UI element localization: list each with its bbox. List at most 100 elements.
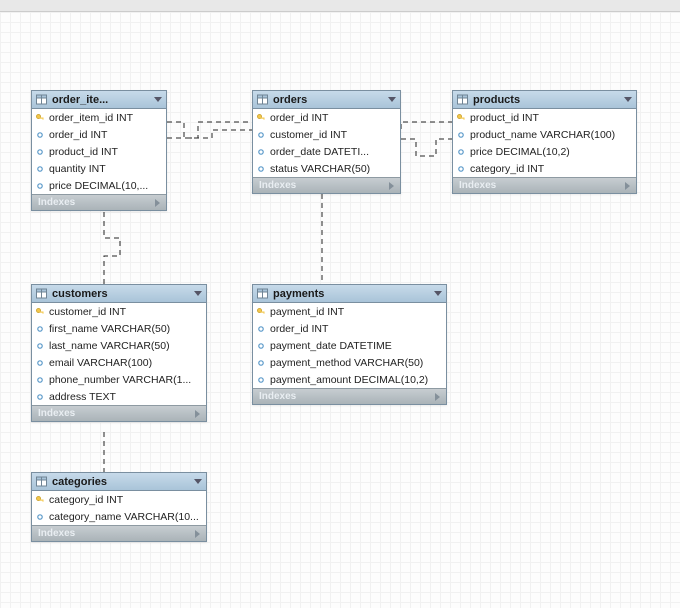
primary-key-icon: [36, 114, 44, 122]
table-title: orders: [273, 94, 384, 106]
chevron-down-icon[interactable]: [154, 97, 162, 102]
columns-list: order_item_id INT order_id INT product_id …: [32, 109, 166, 194]
column-label: order_item_id INT: [49, 112, 133, 124]
column-row[interactable]: payment_method VARCHAR(50): [253, 354, 446, 371]
primary-key-icon: [257, 114, 265, 122]
columns-list: product_id INTproduct_name VARCHAR(100)p…: [453, 109, 636, 177]
indexes-label: Indexes: [459, 180, 496, 191]
chevron-right-icon: [155, 199, 160, 207]
column-row[interactable]: payment_date DATETIME: [253, 337, 446, 354]
column-icon: [257, 325, 265, 333]
column-row[interactable]: email VARCHAR(100): [32, 354, 206, 371]
table-order_items[interactable]: order_ite... order_item_id INT order_id IN…: [31, 90, 167, 211]
indexes-section[interactable]: Indexes: [453, 177, 636, 193]
table-header-products[interactable]: products: [453, 91, 636, 109]
column-label: phone_number VARCHAR(1...: [49, 374, 191, 386]
column-row[interactable]: status VARCHAR(50): [253, 160, 400, 177]
column-icon: [257, 131, 265, 139]
chevron-down-icon[interactable]: [194, 291, 202, 296]
column-row[interactable]: category_id INT: [453, 160, 636, 177]
chevron-down-icon[interactable]: [194, 479, 202, 484]
table-title: products: [473, 94, 620, 106]
column-icon: [457, 148, 465, 156]
columns-list: payment_id INT order_id INT payment_date D…: [253, 303, 446, 388]
indexes-label: Indexes: [38, 408, 75, 419]
column-label: order_id INT: [270, 323, 328, 335]
table-header-customers[interactable]: customers: [32, 285, 206, 303]
column-row[interactable]: order_id INT: [32, 126, 166, 143]
column-label: payment_method VARCHAR(50): [270, 357, 423, 369]
table-header-categories[interactable]: categories: [32, 473, 206, 491]
column-label: customer_id INT: [49, 306, 126, 318]
column-row[interactable]: customer_id INT: [253, 126, 400, 143]
column-label: order_id INT: [49, 129, 107, 141]
column-row[interactable]: phone_number VARCHAR(1...: [32, 371, 206, 388]
columns-list: order_id INT customer_id INTorder_date DA…: [253, 109, 400, 177]
table-products[interactable]: products product_id INTproduct_name VARCH…: [452, 90, 637, 194]
column-icon: [36, 342, 44, 350]
chevron-down-icon[interactable]: [434, 291, 442, 296]
column-row[interactable]: last_name VARCHAR(50): [32, 337, 206, 354]
table-orders[interactable]: orders order_id INT customer_id INTorder_d…: [252, 90, 401, 194]
column-row[interactable]: address TEXT: [32, 388, 206, 405]
indexes-section[interactable]: Indexes: [32, 194, 166, 210]
indexes-section[interactable]: Indexes: [32, 405, 206, 421]
table-categories[interactable]: categories category_id INT category_name V…: [31, 472, 207, 542]
table-icon: [457, 94, 468, 105]
column-row[interactable]: product_id INT: [453, 109, 636, 126]
column-icon: [257, 165, 265, 173]
table-title: customers: [52, 288, 190, 300]
column-row[interactable]: quantity INT: [32, 160, 166, 177]
column-label: last_name VARCHAR(50): [49, 340, 170, 352]
table-title: order_ite...: [52, 94, 150, 106]
column-row[interactable]: category_name VARCHAR(10...: [32, 508, 206, 525]
connector-order_items-orders: [167, 122, 252, 138]
column-row[interactable]: order_item_id INT: [32, 109, 166, 126]
table-customers[interactable]: customers customer_id INT first_name VARCH…: [31, 284, 207, 422]
column-row[interactable]: price DECIMAL(10,...: [32, 177, 166, 194]
column-label: quantity INT: [49, 163, 106, 175]
column-row[interactable]: product_id INT: [32, 143, 166, 160]
column-row[interactable]: order_date DATETI...: [253, 143, 400, 160]
column-icon: [257, 148, 265, 156]
table-header-order_items[interactable]: order_ite...: [32, 91, 166, 109]
column-label: status VARCHAR(50): [270, 163, 370, 175]
column-icon: [36, 131, 44, 139]
primary-key-icon: [457, 114, 465, 122]
table-payments[interactable]: paymentspayment_id INTorder_id INTpaymen…: [252, 284, 447, 405]
table-icon: [36, 476, 47, 487]
column-row[interactable]: category_id INT: [32, 491, 206, 508]
column-icon: [36, 165, 44, 173]
table-icon: [257, 288, 268, 299]
column-label: payment_id INT: [270, 306, 344, 318]
primary-key-icon: [257, 308, 265, 316]
table-header-payments[interactable]: payments: [253, 285, 446, 303]
column-icon: [36, 359, 44, 367]
column-row[interactable]: first_name VARCHAR(50): [32, 320, 206, 337]
indexes-section[interactable]: Indexes: [32, 525, 206, 541]
connector-order_items-customers: [104, 212, 120, 284]
column-row[interactable]: payment_amount DECIMAL(10,2): [253, 371, 446, 388]
column-row[interactable]: order_id INT: [253, 320, 446, 337]
chevron-down-icon[interactable]: [624, 97, 632, 102]
indexes-label: Indexes: [259, 180, 296, 191]
chevron-right-icon: [195, 410, 200, 418]
chevron-right-icon: [435, 393, 440, 401]
column-label: category_id INT: [49, 494, 123, 506]
column-row[interactable]: order_id INT: [253, 109, 400, 126]
top-toolbar-strip: [0, 0, 680, 12]
indexes-section[interactable]: Indexes: [253, 388, 446, 404]
table-header-orders[interactable]: orders: [253, 91, 400, 109]
er-diagram-canvas[interactable]: order_ite... order_item_id INT order_id IN…: [0, 12, 680, 608]
column-row[interactable]: product_name VARCHAR(100): [453, 126, 636, 143]
column-label: order_id INT: [270, 112, 328, 124]
column-row[interactable]: price DECIMAL(10,2): [453, 143, 636, 160]
column-icon: [457, 131, 465, 139]
column-icon: [36, 376, 44, 384]
column-row[interactable]: customer_id INT: [32, 303, 206, 320]
indexes-section[interactable]: Indexes: [253, 177, 400, 193]
column-row[interactable]: payment_id INT: [253, 303, 446, 320]
chevron-down-icon[interactable]: [388, 97, 396, 102]
indexes-label: Indexes: [259, 391, 296, 402]
column-label: category_id INT: [470, 163, 544, 175]
